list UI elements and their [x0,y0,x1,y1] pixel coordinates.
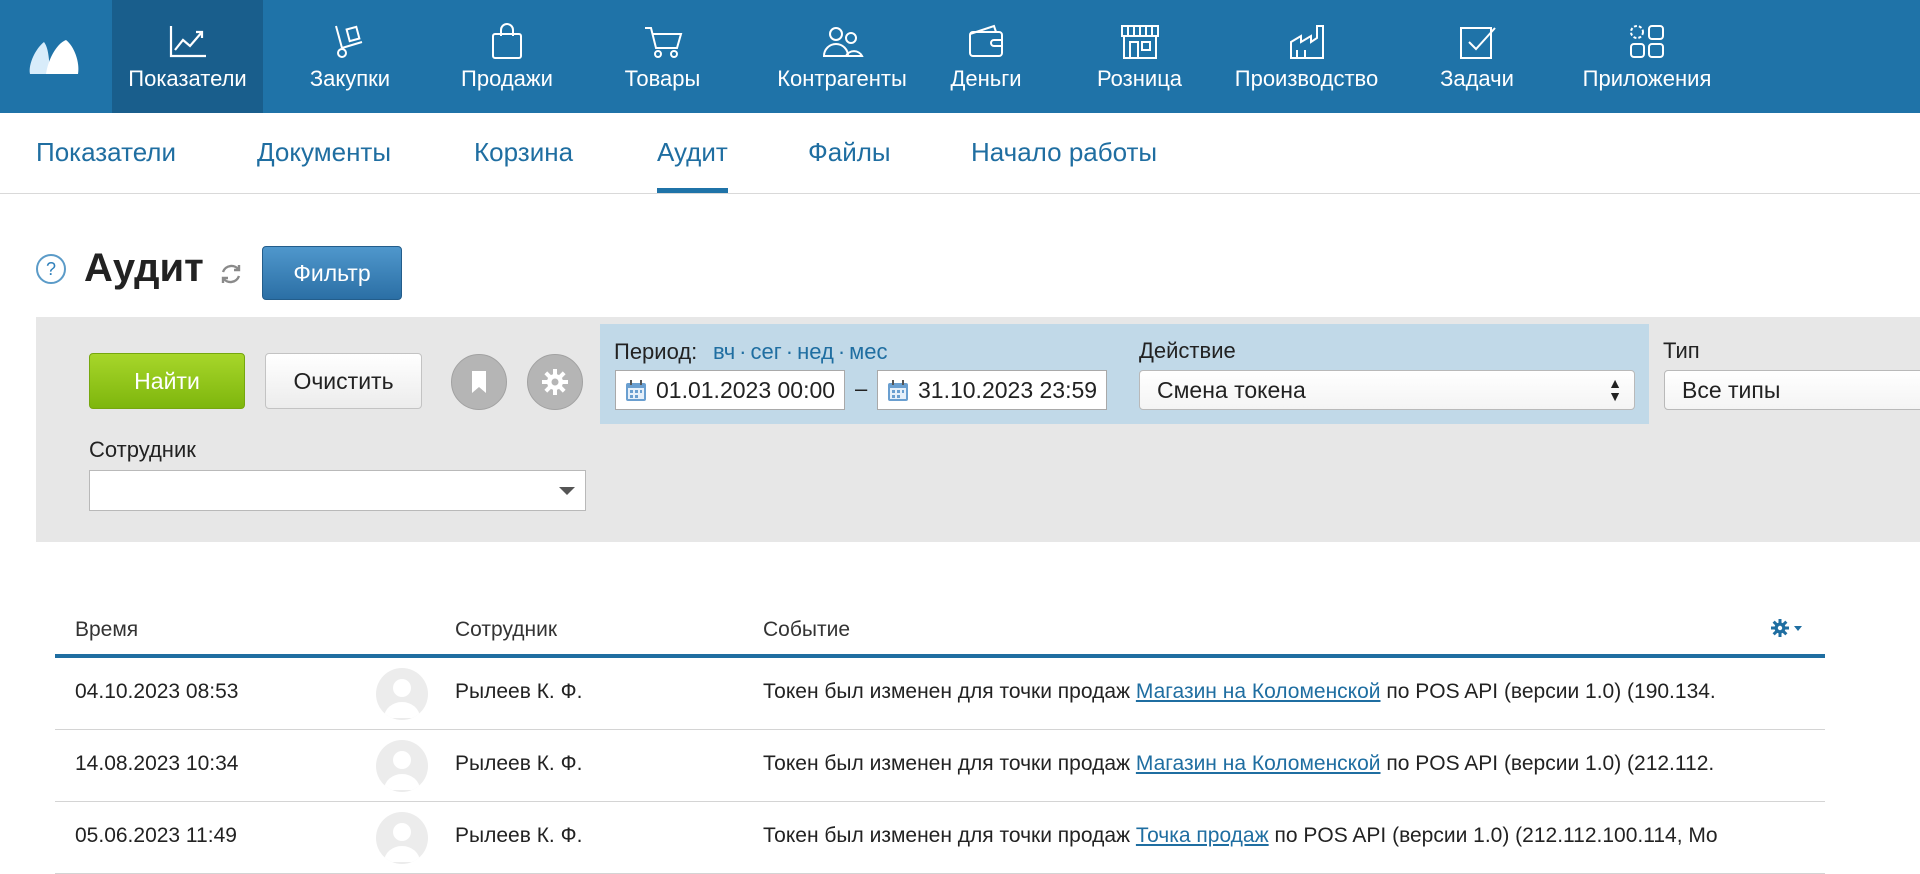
help-icon[interactable]: ? [36,254,66,284]
row-time: 04.10.2023 08:53 [75,680,239,703]
event-text: Токен был изменен для точки продаж [763,680,1136,703]
logo-icon[interactable] [26,34,82,78]
nav-item-sales[interactable]: Продажи [445,0,569,113]
type-select[interactable]: Все типы [1664,370,1920,410]
bookmark-icon [472,371,486,393]
tab-trash[interactable]: Корзина [474,137,573,193]
wallet-icon [969,24,1003,57]
period-quick-links: вч · сег · нед · мес [713,339,888,365]
type-label: Тип [1663,338,1700,363]
hand-truck-icon [335,25,363,58]
event-text: по POS API (версии 1.0) (190.134. [1380,680,1716,703]
select-arrows-icon: ▲ ▼ [1608,375,1622,404]
type-select-value: Все типы [1682,377,1781,403]
tab-indicators[interactable]: Показатели [36,137,176,193]
shopping-bag-icon [492,23,522,59]
people-icon [822,27,864,57]
tab-audit[interactable]: Аудит [657,137,728,193]
store-icon [1120,25,1159,59]
employee-label: Сотрудник [89,437,196,462]
column-header-time[interactable]: Время [75,618,138,642]
event-text: по POS API (версии 1.0) (212.112. [1380,752,1715,775]
row-event: Токен был изменен для точки продаж Магаз… [763,680,1813,704]
chart-line-icon [169,26,206,58]
action-label: Действие [1139,338,1236,363]
date-to-value: 31.10.2023 23:59 [918,377,1098,403]
column-header-event[interactable]: Событие [763,618,850,642]
bookmark-button[interactable] [451,354,507,410]
quick-link-month[interactable]: мес [849,339,887,364]
column-header-employee[interactable]: Сотрудник [455,618,557,642]
page-title: Аудит [84,246,204,290]
row-event: Токен был изменен для точки продаж Точка… [763,824,1813,848]
table-row[interactable]: 05.06.2023 11:49 Рылеев К. Ф. Токен был … [55,802,1825,874]
date-from-value: 01.01.2023 00:00 [656,377,836,403]
quick-link-separator: · [739,339,747,364]
quick-link-yesterday[interactable]: вч [713,339,735,364]
event-text: Токен был изменен для точки продаж [763,752,1136,775]
calendar-icon[interactable] [624,379,648,403]
row-time: 05.06.2023 11:49 [75,824,237,847]
user-avatar-icon [384,751,420,790]
task-check-icon [1460,27,1496,59]
nav-item-indicators[interactable]: Показатели [112,0,263,113]
find-button[interactable]: Найти [89,353,245,409]
top-navbar: Показатели Закупки Продажи Товары Контра… [0,0,1920,113]
user-avatar-icon [384,823,420,862]
employee-select[interactable] [89,470,586,511]
avatar [376,668,428,720]
tab-documents[interactable]: Документы [257,137,391,193]
settings-button[interactable] [527,354,583,410]
date-to-input[interactable]: 31.10.2023 23:59 [877,370,1107,410]
apps-icon [1630,25,1664,58]
factory-icon [1289,25,1324,59]
refresh-icon[interactable] [219,262,243,286]
quick-link-separator: · [785,339,794,364]
cart-icon [644,27,682,58]
chevron-down-icon [559,487,575,495]
event-text: Токен был изменен для точки продаж [763,824,1136,847]
nav-item-production[interactable]: Производство [1231,0,1382,113]
date-range-dash: – [855,376,868,401]
row-employee: Рылеев К. Ф. [455,824,583,847]
event-text: по POS API (версии 1.0) (212.112.100.114… [1268,824,1718,847]
table-row[interactable]: 14.08.2023 10:34 Рылеев К. Ф. Токен был … [55,730,1825,802]
tab-getting-started[interactable]: Начало работы [971,137,1157,193]
quick-link-today[interactable]: сег [751,339,782,364]
point-of-sale-link[interactable]: Магазин на Коломенской [1136,680,1381,703]
tab-files[interactable]: Файлы [808,137,891,193]
nav-item-contractors[interactable]: Контрагенты [757,0,927,113]
avatar [376,740,428,792]
avatar [376,812,428,864]
filter-button[interactable]: Фильтр [262,246,402,300]
point-of-sale-link[interactable]: Магазин на Коломенской [1136,752,1381,775]
row-time: 14.08.2023 10:34 [75,752,239,775]
action-select-value: Смена токена [1157,377,1306,403]
user-avatar-icon [384,679,420,718]
action-select[interactable]: Смена токена ▲ ▼ [1139,370,1635,410]
nav-item-tasks[interactable]: Задачи [1436,0,1518,113]
row-employee: Рылеев К. Ф. [455,752,583,775]
quick-link-week[interactable]: нед [797,339,834,364]
table-row[interactable]: 04.10.2023 08:53 Рылеев К. Ф. Токен был … [55,658,1825,730]
sub-navbar: Показатели Документы Корзина Аудит Файлы… [0,113,1920,194]
nav-item-purchases[interactable]: Закупки [290,0,410,113]
calendar-icon[interactable] [886,379,910,403]
clear-button[interactable]: Очистить [265,353,422,409]
gear-icon [542,369,568,395]
nav-item-apps[interactable]: Приложения [1580,0,1714,113]
quick-link-separator: · [837,339,846,364]
date-from-input[interactable]: 01.01.2023 00:00 [615,370,845,410]
column-settings-icon[interactable] [1770,617,1806,639]
row-employee: Рылеев К. Ф. [455,680,583,703]
nav-item-money[interactable]: Деньги [946,0,1026,113]
row-event: Токен был изменен для точки продаж Магаз… [763,752,1813,776]
period-label: Период: [614,339,698,364]
nav-item-retail[interactable]: Розница [1093,0,1186,113]
nav-item-goods[interactable]: Товары [610,0,715,113]
point-of-sale-link[interactable]: Точка продаж [1136,824,1269,847]
